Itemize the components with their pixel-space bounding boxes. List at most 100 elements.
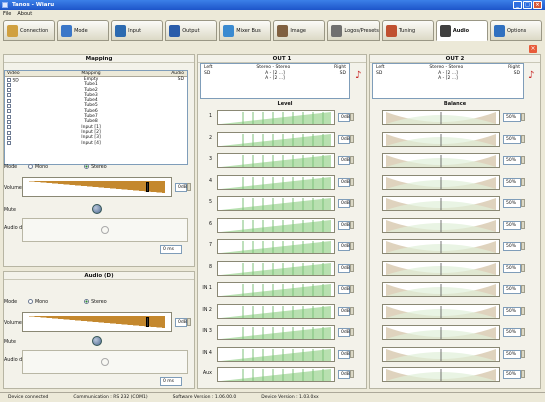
balance-value[interactable]: 50% [503,242,521,251]
balance-spin[interactable] [521,328,525,336]
level-slider[interactable] [217,303,335,319]
level-spin[interactable] [350,349,354,358]
level-value[interactable]: 0dB [338,134,350,144]
row-checkbox[interactable] [7,109,11,114]
balance-value[interactable]: 50% [503,177,521,187]
row-checkbox[interactable] [7,135,11,140]
balance-slider[interactable] [382,367,500,382]
balance-spin[interactable] [521,306,525,315]
level-spin[interactable] [350,370,354,378]
level-value[interactable]: 0dB [338,328,350,337]
level-spin[interactable] [350,156,354,164]
out1-speaker-icon[interactable]: ♪ [355,70,365,82]
level-value[interactable]: 0dB [338,113,350,122]
balance-value[interactable]: 50% [503,134,521,144]
mapping-mono-radio[interactable]: Mono [28,164,48,170]
level-value[interactable]: 0dB [338,370,350,379]
balance-value[interactable]: 50% [503,263,521,273]
level-spin[interactable] [350,328,354,336]
level-spin[interactable] [350,177,354,186]
level-slider[interactable] [217,174,335,190]
audio-in-volume-spin[interactable] [187,318,191,326]
tab-audio[interactable]: Audio [435,20,488,41]
level-slider[interactable] [217,239,335,254]
level-slider[interactable] [217,346,335,362]
balance-slider[interactable] [382,303,500,319]
balance-slider[interactable] [382,217,500,233]
level-spin[interactable] [350,242,354,250]
audio-in-stereo-radio[interactable]: Stereo [84,299,107,305]
tab-connection[interactable]: Connection [3,20,56,41]
level-spin[interactable] [350,263,354,272]
row-checkbox[interactable] [7,130,11,135]
row-checkbox[interactable] [7,141,11,146]
balance-spin[interactable] [521,370,525,378]
row-checkbox[interactable] [7,119,11,124]
tab-tuning[interactable]: Tuning [381,20,434,41]
level-spin[interactable] [350,134,354,143]
level-value[interactable]: 0dB [338,349,350,359]
tab-mode[interactable]: Mode [57,20,110,41]
tab-input[interactable]: Input [111,20,164,41]
balance-spin[interactable] [521,285,525,293]
mapping-volume-spin[interactable] [187,183,191,191]
balance-spin[interactable] [521,177,525,186]
balance-slider[interactable] [382,131,500,147]
level-value[interactable]: 0dB [338,177,350,187]
tab-logos-presets[interactable]: Logos/Presets [327,20,380,41]
tab-options[interactable]: Options [489,20,543,41]
minimize-button[interactable]: _ [513,1,522,9]
audio-in-delay-value[interactable]: 0 ms [160,377,182,386]
level-spin[interactable] [350,306,354,315]
mapping-stereo-radio[interactable]: Stereo [84,164,107,170]
audio-in-mono-radio[interactable]: Mono [28,299,48,305]
level-value[interactable]: 0dB [338,263,350,273]
level-slider[interactable] [217,131,335,147]
balance-slider[interactable] [382,174,500,190]
row-checkbox[interactable] [7,88,11,93]
mapping-row[interactable]: Input [4] [5,141,187,146]
level-value[interactable]: 0dB [338,242,350,251]
level-spin[interactable] [350,220,354,229]
level-slider[interactable] [217,153,335,168]
level-slider[interactable] [217,260,335,276]
balance-spin[interactable] [521,113,525,121]
row-checkbox[interactable] [7,77,11,82]
menu-file[interactable]: File [3,10,11,18]
row-checkbox[interactable] [7,125,11,130]
balance-slider[interactable] [382,239,500,254]
row-checkbox[interactable] [7,104,11,109]
balance-value[interactable]: 50% [503,285,521,294]
balance-value[interactable]: 50% [503,328,521,337]
out1-routing[interactable]: Left Stereo - Stereo Right SD A - [2 ...… [200,63,350,99]
tab-mixer-bus[interactable]: Mixer Bus [219,20,272,41]
level-slider[interactable] [217,325,335,340]
level-spin[interactable] [350,199,354,207]
volume-knob[interactable] [146,182,149,192]
tab-output[interactable]: Output [165,20,218,41]
balance-value[interactable]: 50% [503,220,521,230]
level-value[interactable]: 0dB [338,285,350,294]
level-value[interactable]: 0dB [338,199,350,208]
balance-slider[interactable] [382,110,500,125]
close-window-button[interactable]: × [533,1,542,9]
menu-about[interactable]: About [17,10,32,18]
balance-slider[interactable] [382,282,500,297]
mapping-volume-value[interactable]: 0dB [175,183,187,192]
balance-value[interactable]: 50% [503,306,521,316]
balance-spin[interactable] [521,263,525,272]
balance-slider[interactable] [382,196,500,211]
balance-slider[interactable] [382,153,500,168]
balance-spin[interactable] [521,156,525,164]
mapping-mute-button[interactable] [92,204,102,214]
maximize-button[interactable]: □ [523,1,532,9]
row-checkbox[interactable] [7,114,11,119]
balance-slider[interactable] [382,325,500,340]
audio-in-volume-knob[interactable] [146,317,149,327]
level-slider[interactable] [217,367,335,382]
balance-value[interactable]: 50% [503,370,521,379]
out2-routing[interactable]: Left Stereo - Stereo Right SD A - [2 ...… [372,63,524,99]
balance-value[interactable]: 50% [503,156,521,165]
level-spin[interactable] [350,285,354,293]
level-value[interactable]: 0dB [338,220,350,230]
